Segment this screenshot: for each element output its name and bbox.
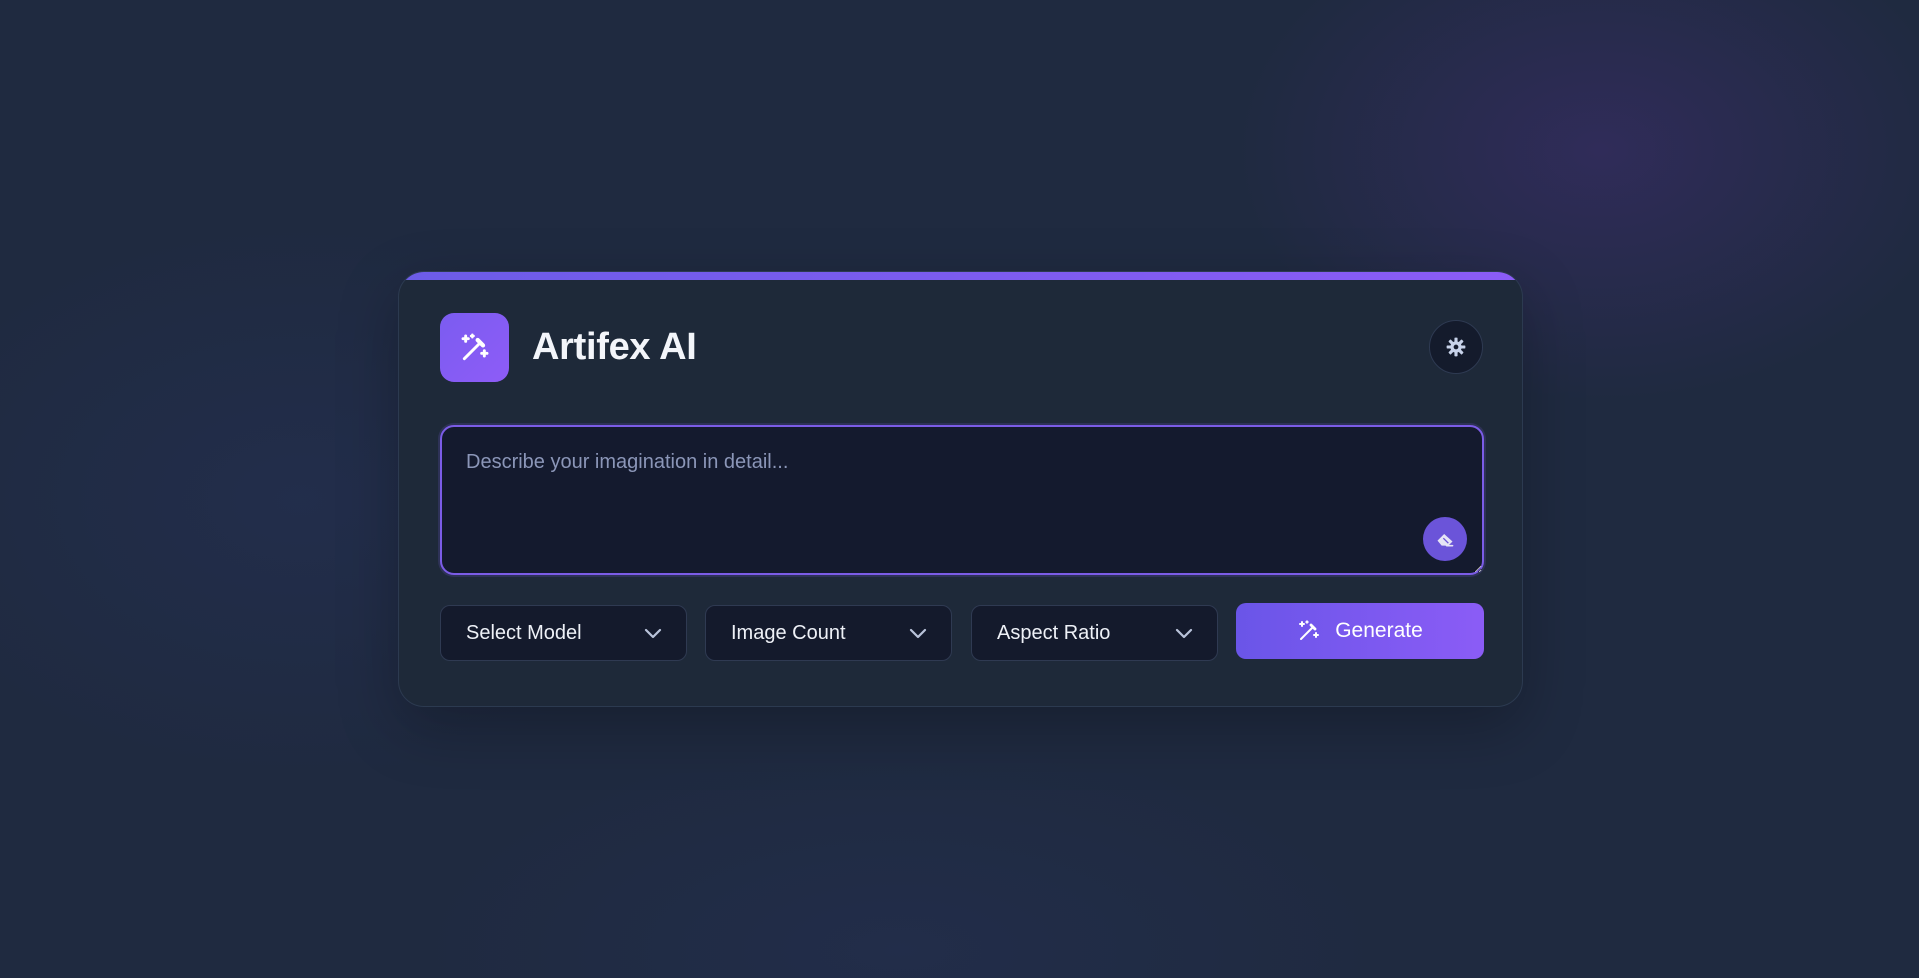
gear-icon [1445,336,1467,358]
magic-wand-sparkles-icon [1297,619,1321,643]
generate-button[interactable]: Generate [1236,603,1484,659]
model-select-label: Select Model [466,621,582,644]
card-accent-bar [399,272,1522,280]
aspect-ratio-select-label: Aspect Ratio [997,621,1111,644]
eraser-icon [1435,530,1455,548]
app-logo [440,313,509,382]
theme-settings-button[interactable] [1429,320,1483,374]
prompt-container [440,425,1484,575]
generate-button-label: Generate [1335,619,1423,642]
prompt-input[interactable] [440,425,1484,575]
image-count-select-label: Image Count [731,621,846,644]
chevron-down-icon [1175,627,1193,639]
image-count-select[interactable]: Image Count [705,605,952,661]
chevron-down-icon [644,627,662,639]
aspect-ratio-select[interactable]: Aspect Ratio [971,605,1218,661]
magic-wand-sparkles-icon [459,332,491,364]
generator-card: Artifex AI Describe your imagination in … [398,271,1523,707]
app-title: Artifex AI [532,326,697,368]
chevron-down-icon [909,627,927,639]
clear-prompt-button[interactable] [1423,517,1467,561]
model-select[interactable]: Select Model [440,605,687,661]
